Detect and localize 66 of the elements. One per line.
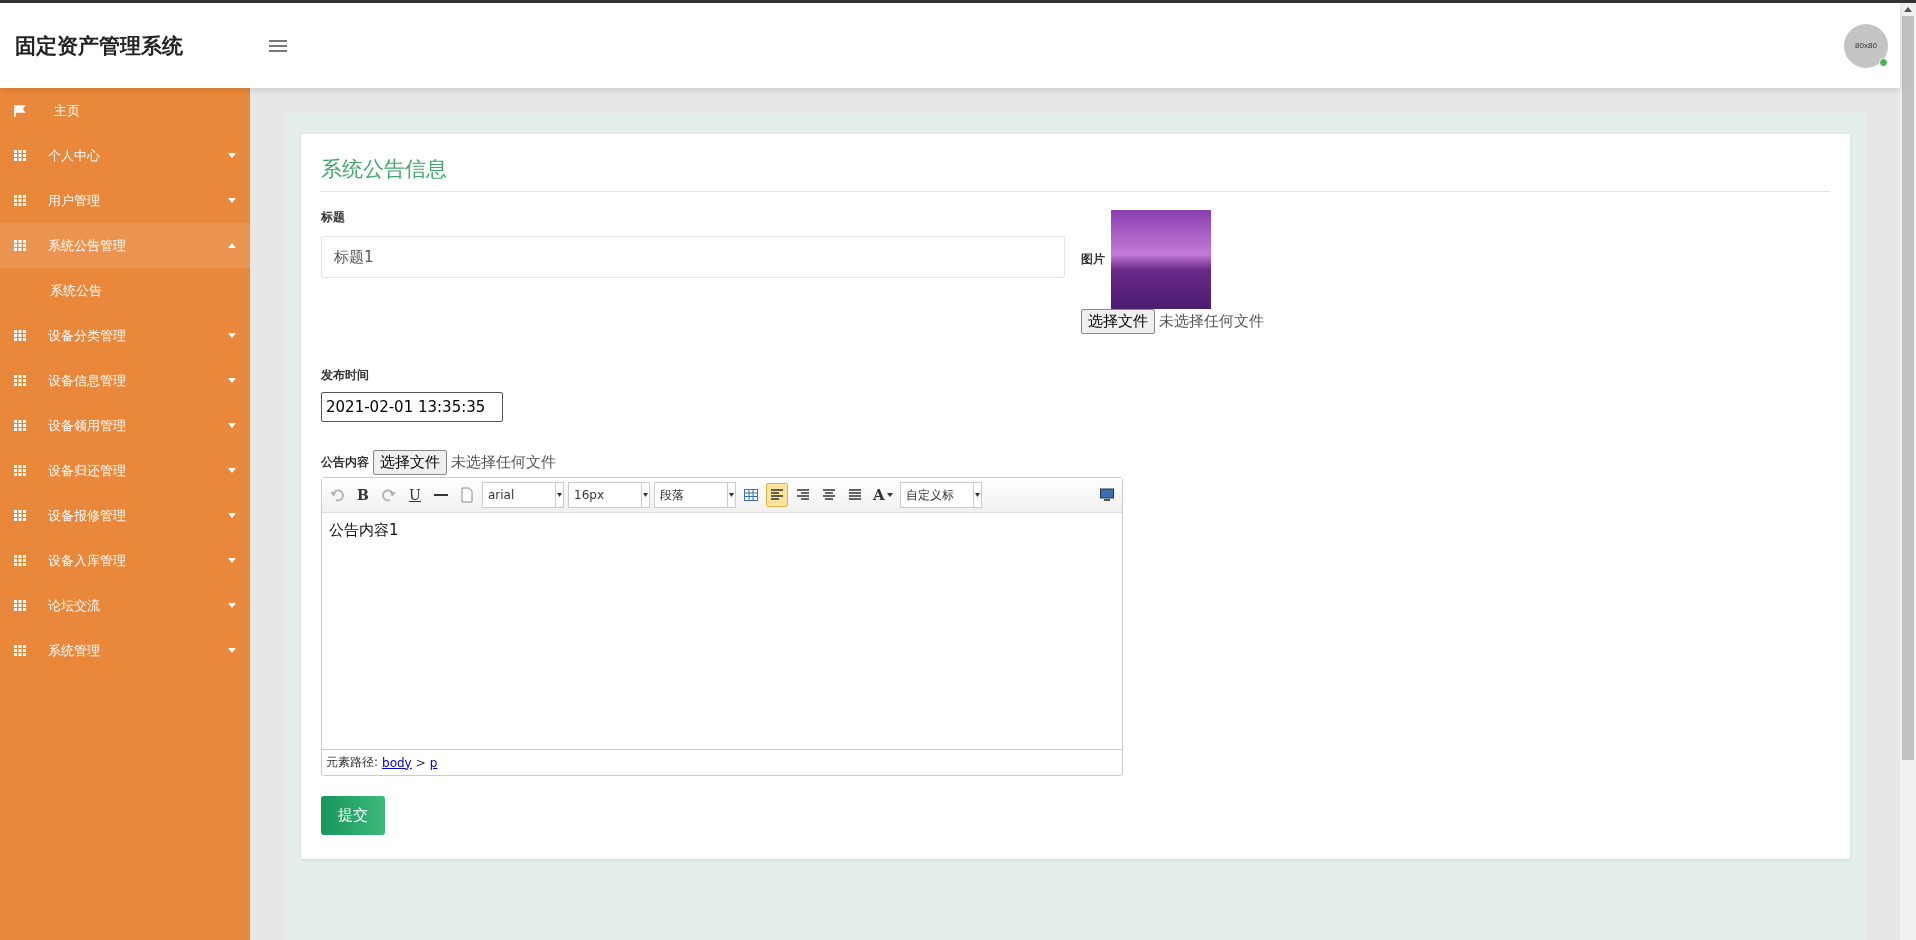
path-separator: > [415, 755, 426, 770]
caret-icon [228, 153, 236, 158]
align-center-icon [821, 487, 837, 503]
caret-icon [974, 493, 980, 497]
format-button[interactable]: B [352, 483, 374, 507]
toolbar-dropdown[interactable]: 段落 [654, 482, 736, 508]
caret-icon [228, 648, 236, 653]
scrollbar[interactable] [1900, 3, 1916, 940]
field-label: 发布时间 [321, 367, 369, 384]
grid-icon [14, 555, 26, 566]
justify-icon [847, 487, 863, 503]
align-right-icon [795, 487, 811, 503]
grid-icon [14, 195, 26, 206]
toolbar-dropdown[interactable]: 自定义标 [899, 482, 982, 508]
toolbar-dropdown[interactable]: arial [482, 482, 564, 508]
file-status-text: 未选择任何文件 [451, 453, 556, 472]
table-icon [743, 487, 759, 503]
grid-icon [14, 330, 26, 341]
grid-icon [14, 510, 26, 521]
grid-icon [14, 150, 26, 161]
field-label: 标题 [321, 209, 345, 226]
caret-icon [228, 468, 236, 473]
caret-icon [228, 378, 236, 383]
user-avatar[interactable]: 80x80 [1844, 23, 1888, 68]
field-label: 公告内容 [321, 454, 369, 471]
file-status-text: 未选择任何文件 [1159, 312, 1264, 331]
grid-icon [14, 240, 26, 251]
caret-icon [557, 493, 562, 497]
horizontal-line-icon [434, 494, 448, 496]
caret-icon [228, 603, 236, 608]
redo-icon [381, 487, 397, 503]
path-label: 元素路径: [326, 754, 379, 771]
path-link[interactable]: body [382, 755, 412, 770]
title-input[interactable]: 标题1 [321, 236, 1065, 278]
caret-icon [729, 493, 734, 497]
caret-icon [228, 513, 236, 518]
scroll-up-icon[interactable] [1904, 7, 1912, 12]
grid-icon [14, 420, 26, 431]
editor-text[interactable]: 公告内容1 [329, 521, 399, 539]
form-heading: 系统公告信息 [321, 149, 1830, 192]
field-label: 图片 [1081, 251, 1105, 268]
path-link[interactable]: p [429, 755, 438, 770]
grid-icon [14, 645, 26, 656]
caret-icon [228, 198, 236, 203]
caret-icon [643, 493, 648, 497]
caret-icon [228, 558, 236, 563]
format-button[interactable]: U [404, 483, 426, 507]
monitor-icon [1099, 487, 1115, 503]
toolbar-dropdown[interactable]: 16px [568, 482, 650, 508]
caret-icon [886, 493, 893, 497]
caret-icon [228, 423, 236, 428]
app-title: 固定资产管理系统 [14, 32, 184, 60]
date-input[interactable]: 2021-02-01 13:35:35 [321, 392, 503, 422]
align-left-icon [769, 487, 785, 503]
menu-icon[interactable] [269, 38, 287, 53]
choose-file-button[interactable]: 选择文件 [373, 450, 447, 475]
caret-icon [228, 333, 236, 338]
font-color-button[interactable]: A [870, 486, 896, 504]
undo-icon [329, 487, 345, 503]
flag-icon [14, 104, 26, 117]
caret-icon [228, 243, 236, 248]
grid-icon [14, 600, 26, 611]
grid-icon [14, 465, 26, 476]
grid-icon [14, 375, 26, 386]
document-icon [459, 487, 475, 503]
choose-file-button[interactable]: 选择文件 [1081, 309, 1155, 334]
